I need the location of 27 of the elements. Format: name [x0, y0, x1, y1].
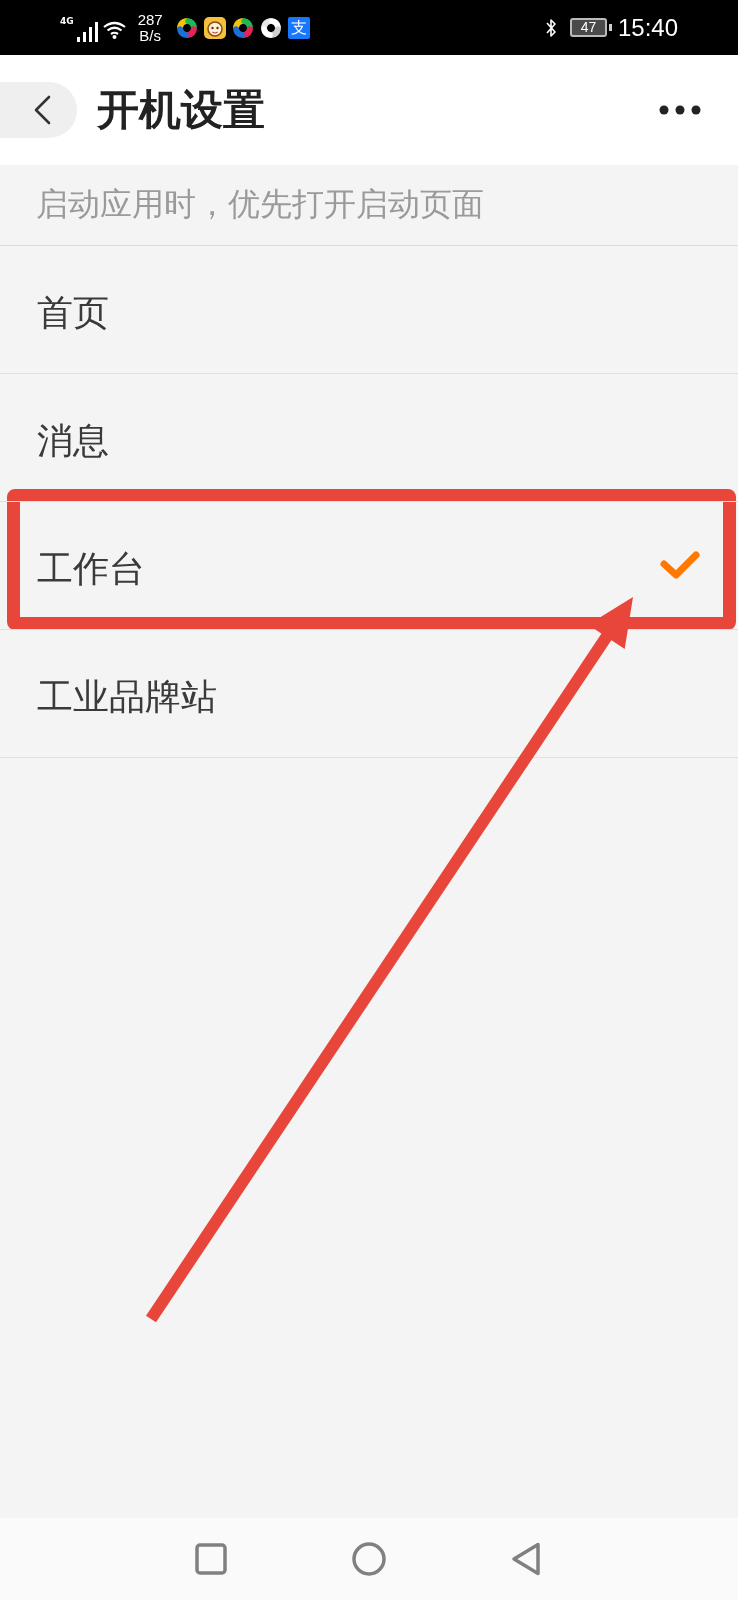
home-button[interactable] — [352, 1542, 386, 1576]
page-title: 开机设置 — [97, 84, 265, 136]
more-button[interactable] — [659, 105, 701, 115]
battery-indicator: 47 — [569, 18, 612, 37]
hint-text: 启动应用时，优先打开启动页面 — [36, 184, 484, 225]
swirl-icon — [175, 16, 198, 39]
start-page-option[interactable]: 首页 — [0, 246, 738, 374]
back-nav-button[interactable] — [511, 1542, 541, 1576]
swirl-icon — [259, 16, 282, 39]
back-button[interactable] — [0, 82, 77, 138]
speed-unit: B/s — [139, 27, 161, 44]
recent-apps-button[interactable] — [195, 1543, 227, 1575]
network-type: 4G — [60, 15, 74, 26]
payment-app-icon: 支 — [287, 16, 310, 39]
mascot-app-icon — [203, 16, 226, 39]
signal-icon — [75, 21, 98, 42]
clock-time: 15:40 — [617, 13, 678, 42]
network-speed: 287 — [137, 11, 163, 28]
chevron-left-icon — [33, 95, 51, 125]
more-icon — [659, 105, 701, 115]
triangle-icon — [511, 1542, 541, 1576]
start-page-option[interactable]: 消息 — [0, 374, 738, 502]
square-icon — [195, 1543, 227, 1575]
circle-icon — [352, 1542, 386, 1576]
bluetooth-icon — [545, 17, 556, 38]
wifi-icon — [102, 20, 126, 39]
swirl-icon — [231, 16, 254, 39]
